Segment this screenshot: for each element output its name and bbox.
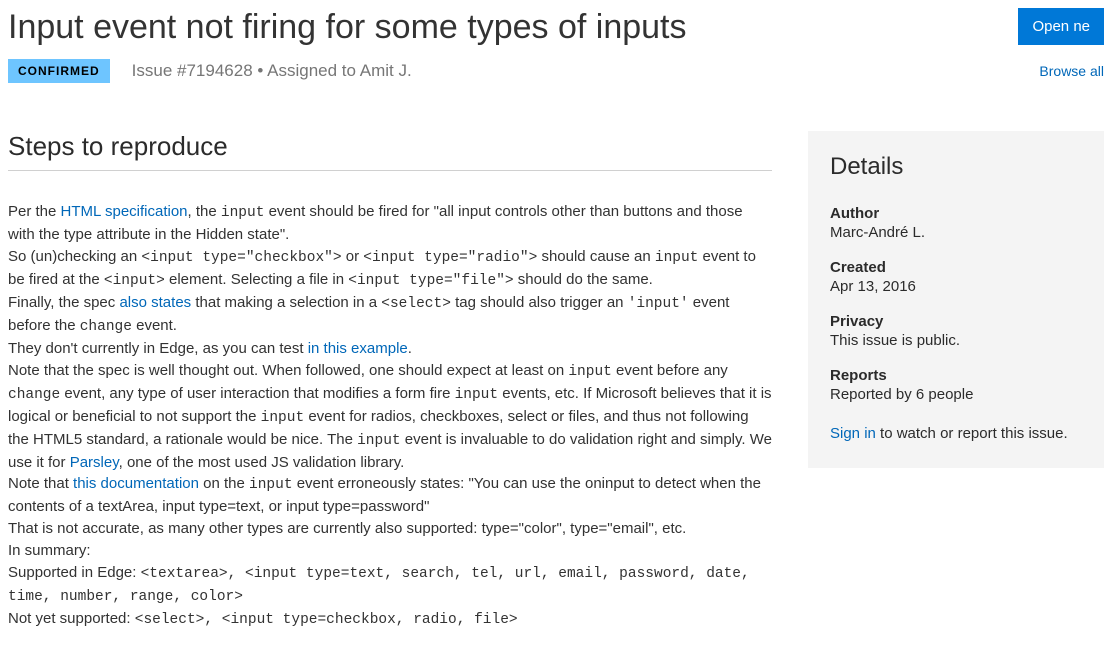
parsley-link[interactable]: Parsley [70, 454, 119, 471]
code: <select>, <input type=checkbox, radio, f… [135, 612, 518, 628]
privacy-value: This issue is public. [830, 332, 1082, 349]
code: input [221, 205, 265, 221]
text: Per the [8, 203, 61, 220]
text: or [342, 248, 364, 265]
reports-value: Reported by 6 people [830, 386, 1082, 403]
text: element. Selecting a file in [165, 271, 348, 288]
code: <input type="radio"> [363, 250, 537, 266]
code: <input type="file"> [348, 273, 513, 289]
text: That is not accurate, as many other type… [8, 520, 686, 537]
code: input [357, 433, 401, 449]
code: input [455, 387, 499, 403]
text: tag should also trigger an [451, 294, 628, 311]
text: Finally, the spec [8, 294, 119, 311]
html-spec-link[interactable]: HTML specification [61, 203, 188, 220]
steps-body: Per the HTML specification, the input ev… [8, 201, 772, 631]
text: Supported in Edge: [8, 564, 141, 581]
documentation-link[interactable]: this documentation [73, 475, 199, 492]
text: should cause an [537, 248, 655, 265]
open-new-button[interactable]: Open ne [1018, 8, 1104, 45]
text: event before any [612, 362, 728, 379]
example-link[interactable]: in this example [308, 340, 408, 357]
text: , one of the most used JS validation lib… [119, 454, 405, 471]
details-sidebar: Details Author Marc-André L. Created Apr… [808, 131, 1104, 468]
text: . [408, 340, 412, 357]
text: They don't currently in Edge, as you can… [8, 340, 308, 357]
issue-meta: Issue #7194628 • Assigned to Amit J. [132, 61, 412, 81]
code: <input type="checkbox"> [141, 250, 341, 266]
text: on the [199, 475, 249, 492]
page-title: Input event not firing for some types of… [8, 8, 687, 47]
text: So (un)checking an [8, 248, 141, 265]
sign-in-link[interactable]: Sign in [830, 425, 876, 442]
details-heading: Details [830, 153, 1082, 181]
text: should do the same. [514, 271, 653, 288]
text: In summary: [8, 542, 91, 559]
code: input [655, 250, 699, 266]
author-value: Marc-André L. [830, 224, 1082, 241]
code: input [249, 477, 293, 493]
reports-label: Reports [830, 367, 1082, 384]
code: input [568, 364, 612, 380]
code: input [261, 410, 305, 426]
also-states-link[interactable]: also states [119, 294, 191, 311]
code: change [8, 387, 60, 403]
created-value: Apr 13, 2016 [830, 278, 1082, 295]
text: Not yet supported: [8, 610, 135, 627]
created-label: Created [830, 259, 1082, 276]
privacy-label: Privacy [830, 313, 1082, 330]
browse-all-link[interactable]: Browse all [1039, 63, 1104, 79]
text: to watch or report this issue. [876, 425, 1068, 442]
text: , the [188, 203, 221, 220]
text: Note that [8, 475, 73, 492]
steps-heading: Steps to reproduce [8, 131, 772, 171]
status-badge: CONFIRMED [8, 59, 110, 83]
code: <select> [381, 296, 451, 312]
code: 'input' [628, 296, 689, 312]
text: that making a selection in a [191, 294, 381, 311]
text: event. [132, 317, 177, 334]
author-label: Author [830, 205, 1082, 222]
code: change [80, 319, 132, 335]
text: event, any type of user interaction that… [60, 385, 454, 402]
text: Note that the spec is well thought out. … [8, 362, 568, 379]
code: <input> [104, 273, 165, 289]
